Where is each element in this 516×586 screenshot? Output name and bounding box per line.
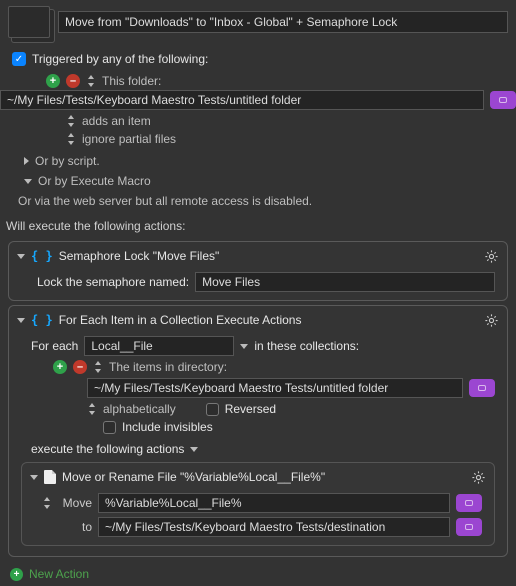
gear-icon[interactable] [470, 469, 486, 485]
action-semaphore-lock: { } Semaphore Lock "Move Files" Lock the… [8, 241, 508, 301]
document-icon [44, 470, 56, 484]
invisibles-checkbox[interactable] [103, 421, 116, 434]
execute-following-label: execute the following actions [31, 442, 184, 456]
choose-folder-button[interactable] [490, 91, 516, 109]
trigger-enabled-checkbox[interactable]: ✓ [12, 52, 26, 66]
collection-type-stepper[interactable] [93, 361, 103, 373]
action-move-file: Move or Rename File "%Variable%Local__Fi… [21, 462, 495, 546]
reversed-checkbox[interactable] [206, 403, 219, 416]
disclosure-icon[interactable] [17, 254, 25, 259]
move-dst-input[interactable] [98, 517, 450, 537]
sort-stepper[interactable] [87, 403, 97, 415]
action-for-each: { } For Each Item in a Collection Execut… [8, 305, 508, 557]
move-src-input[interactable] [98, 493, 450, 513]
gear-icon[interactable] [483, 312, 499, 328]
choose-dest-button[interactable] [456, 518, 482, 536]
trigger-label: Triggered by any of the following: [32, 52, 208, 66]
will-execute-label: Will execute the following actions: [0, 211, 516, 237]
or-via-web-label: Or via the web server but all remote acc… [18, 194, 312, 208]
foreach-var-input[interactable] [84, 336, 234, 356]
reversed-label: Reversed [225, 402, 276, 416]
semaphore-name-input[interactable] [195, 272, 495, 292]
remove-collection-button[interactable]: – [73, 360, 87, 374]
disclosure-icon[interactable] [30, 475, 38, 480]
adds-item-label: adds an item [82, 114, 151, 128]
action-title: For Each Item in a Collection Execute Ac… [59, 313, 302, 327]
chevron-right-icon[interactable] [24, 157, 29, 165]
ignore-partial-label: ignore partial files [82, 132, 176, 146]
sort-label: alphabetically [103, 402, 176, 416]
exec-menu-icon[interactable] [190, 447, 198, 452]
move-label: Move [58, 496, 92, 510]
macro-icon [8, 6, 50, 38]
this-folder-label: This folder: [102, 74, 161, 88]
var-menu-icon[interactable] [240, 344, 248, 349]
action-title: Semaphore Lock "Move Files" [59, 249, 220, 263]
braces-icon: { } [31, 249, 53, 263]
gear-icon[interactable] [483, 248, 499, 264]
choose-folder-button[interactable] [469, 379, 495, 397]
braces-icon: { } [31, 313, 53, 327]
trigger-folder-path-input[interactable] [0, 90, 484, 110]
to-label: to [58, 520, 92, 534]
include-invisibles-label: Include invisibles [122, 420, 213, 434]
items-in-dir-label: The items in directory: [109, 360, 227, 374]
or-by-script-label: Or by script. [35, 154, 100, 168]
disclosure-icon[interactable] [17, 318, 25, 323]
macro-title-input[interactable] [58, 11, 508, 33]
foreach-dir-path-input[interactable] [87, 378, 463, 398]
move-mode-stepper[interactable] [42, 497, 52, 509]
new-action-label[interactable]: New Action [29, 567, 89, 581]
semaphore-row-label: Lock the semaphore named: [37, 275, 189, 289]
action-title: Move or Rename File "%Variable%Local__Fi… [62, 470, 325, 484]
trigger-option-stepper[interactable] [66, 133, 76, 145]
trigger-type-stepper[interactable] [86, 75, 96, 87]
remove-trigger-button[interactable]: – [66, 74, 80, 88]
add-collection-button[interactable]: + [53, 360, 67, 374]
new-action-add-icon[interactable]: + [10, 568, 23, 581]
chevron-down-icon[interactable] [24, 179, 32, 184]
in-collections-label: in these collections: [254, 339, 359, 353]
for-each-label: For each [31, 339, 78, 353]
or-by-execute-macro-label: Or by Execute Macro [38, 174, 151, 188]
trigger-event-stepper[interactable] [66, 115, 76, 127]
choose-file-button[interactable] [456, 494, 482, 512]
add-trigger-button[interactable]: + [46, 74, 60, 88]
